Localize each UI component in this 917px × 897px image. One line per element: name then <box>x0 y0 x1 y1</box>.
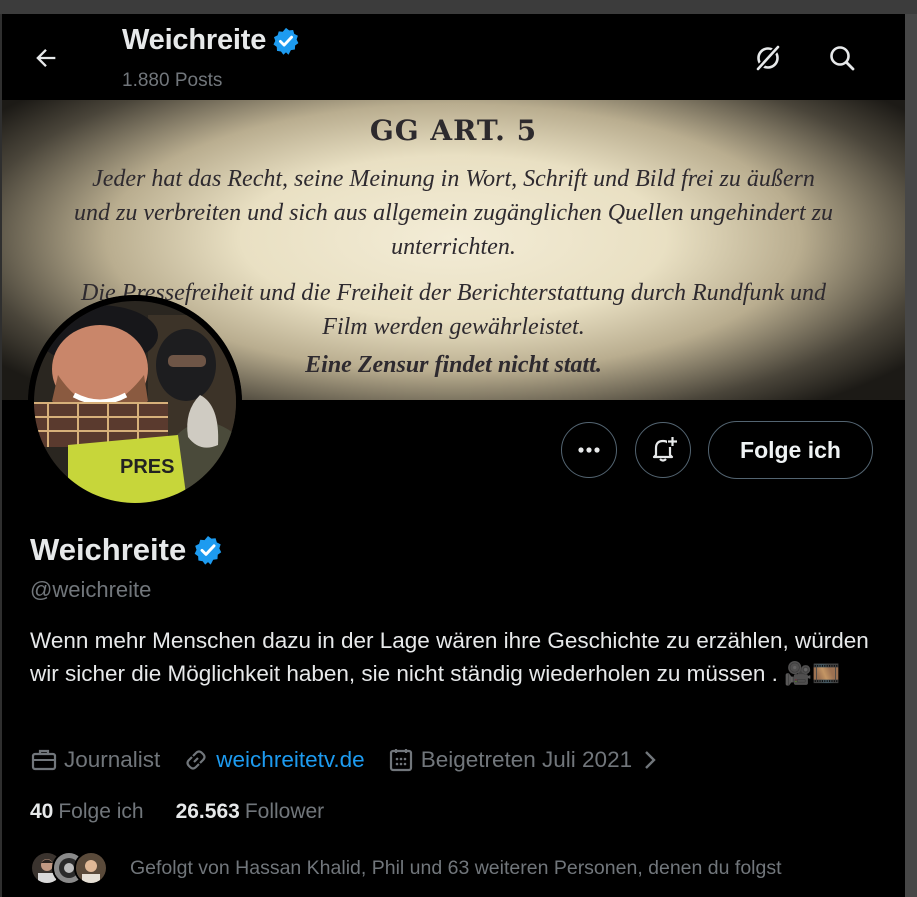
more-horizontal-icon <box>578 447 600 453</box>
joined-item: Beigetreten Juli 2021 <box>387 746 658 774</box>
banner-line: unterrichten. <box>391 234 516 260</box>
followed-by[interactable]: Gefolgt von Hassan Khalid, Phil und 63 w… <box>30 848 782 888</box>
header-name: Weichreite <box>122 24 267 56</box>
chevron-right-icon[interactable] <box>642 748 658 772</box>
arrow-left-icon <box>36 49 56 67</box>
following-count: 40 <box>30 800 54 823</box>
banner-line: und zu verbreiten und sich aus allgemein… <box>74 200 833 226</box>
grok-button[interactable] <box>750 40 786 76</box>
joined-label: Beigetreten Juli 2021 <box>420 747 633 772</box>
notifications-button[interactable] <box>635 422 691 478</box>
following-label: Folge ich <box>58 800 144 823</box>
profile-handle: @weichreite <box>30 577 152 602</box>
window-top-edge <box>0 0 917 14</box>
banner-line: Jeder hat das Recht, seine Meinung in Wo… <box>92 166 815 192</box>
profile-name-row: Weichreite <box>30 532 224 568</box>
avatar-vest-text: PRES <box>120 456 174 478</box>
following-stat[interactable]: 40 Folge ich <box>30 800 144 824</box>
category-label: Journalist <box>64 747 161 772</box>
following-button[interactable]: Folge ich <box>708 421 873 479</box>
avatar <box>74 851 108 885</box>
followed-by-text: Gefolgt von Hassan Khalid, Phil und 63 w… <box>130 856 782 879</box>
website-item: weichreitetv.de <box>182 746 365 774</box>
calendar-icon <box>387 746 415 774</box>
website-link[interactable]: weichreitetv.de <box>216 747 364 773</box>
more-button[interactable] <box>561 422 617 478</box>
header-post-count: 1.880 Posts <box>122 70 223 91</box>
profile-avatar[interactable]: PRES <box>28 295 242 509</box>
profile-meta: Journalist weichreitetv.de Beigetreten J… <box>30 743 680 777</box>
profile-bio: Wenn mehr Menschen dazu in der Lage wäre… <box>30 628 869 686</box>
search-button[interactable] <box>824 40 860 76</box>
profile-stats: 40 Folge ich 26.563 Follower <box>30 800 356 824</box>
grok-icon <box>755 44 781 72</box>
window-right-edge <box>905 14 917 897</box>
verified-badge-icon <box>273 27 299 55</box>
verified-badge-icon[interactable] <box>192 534 224 566</box>
followers-label: Follower <box>244 800 325 823</box>
followers-count: 26.563 <box>175 800 240 823</box>
bell-plus-icon <box>652 436 678 462</box>
followers-stat[interactable]: 26.563 Follower <box>176 800 325 824</box>
link-icon <box>182 746 210 774</box>
avatar-photo: PRES <box>28 295 242 509</box>
profile-name: Weichreite <box>30 532 187 567</box>
briefcase-icon <box>30 746 58 774</box>
profile-page: Weichreite 1.880 Posts GG ART. 5 Jeder h… <box>2 14 905 897</box>
header-title: Weichreite <box>122 24 301 57</box>
search-icon <box>830 46 855 71</box>
back-button[interactable] <box>28 40 64 76</box>
profile-header: Weichreite 1.880 Posts <box>2 14 905 100</box>
category-item: Journalist <box>30 746 160 774</box>
banner-title: GG ART. 5 <box>369 114 538 147</box>
